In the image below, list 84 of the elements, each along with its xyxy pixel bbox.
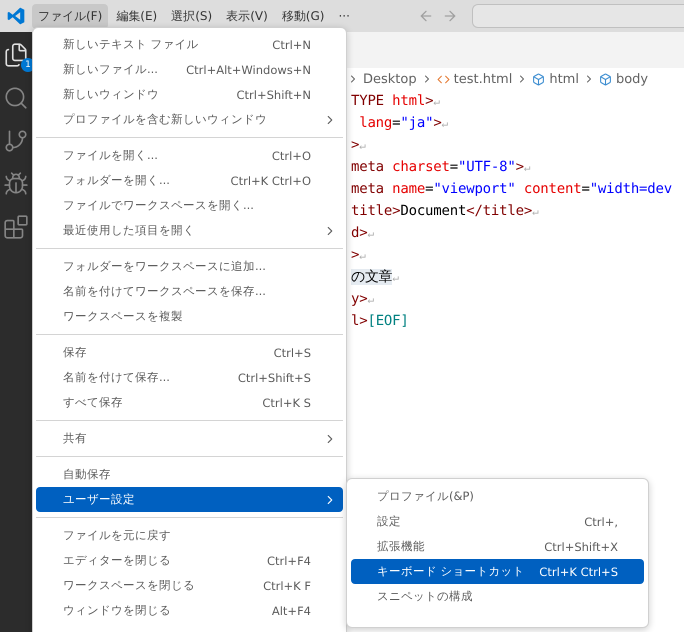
menu-item[interactable]: 名前を付けてワークスペースを保存... (36, 279, 343, 304)
code-token: "UTF-8" (458, 159, 516, 175)
menu-item[interactable]: 自動保存 (36, 462, 343, 487)
menu-item[interactable]: ワークスペースを閉じる Ctrl+K F (36, 573, 343, 598)
code-token: meta (351, 181, 384, 197)
menu-item[interactable]: ユーザー設定 (36, 487, 343, 512)
menu-item[interactable]: すべて保存 Ctrl+K S (36, 390, 343, 415)
line-end-mark: ↵ (392, 271, 399, 284)
code-token: の文章 (351, 269, 392, 285)
menu-item[interactable]: 名前を付けて保存... Ctrl+Shift+S (36, 365, 343, 390)
menu-bar-item[interactable]: ファイル(F) (32, 4, 108, 28)
code-token: = (425, 181, 434, 197)
cube-icon (532, 72, 546, 86)
menu-item[interactable]: 新しいファイル... Ctrl+Alt+Windows+N (36, 57, 343, 82)
line-end-mark: ↵ (359, 249, 366, 262)
menu-item[interactable]: キーボード ショートカット Ctrl+K Ctrl+S (351, 559, 644, 584)
bug-icon[interactable] (3, 171, 29, 197)
code-token: "viewport" (433, 181, 516, 197)
menu-bar-item[interactable]: 移動(G) (276, 4, 330, 28)
code-token: = (581, 181, 590, 197)
line-end-mark: ↵ (532, 205, 538, 218)
menu-item[interactable]: 共有 (36, 426, 343, 451)
code-token: "width=dev (590, 181, 672, 197)
menu-item[interactable]: 保存 Ctrl+S (36, 340, 343, 365)
code-token: d> (351, 225, 368, 241)
menu-item[interactable]: ウィンドウを閉じる Alt+F4 (36, 598, 343, 623)
branch-icon[interactable] (3, 128, 29, 154)
menu-item[interactable]: フォルダーをワークスペースに追加... (36, 254, 343, 279)
cube-icon (598, 72, 612, 86)
code-token: > (425, 93, 434, 109)
menu-item[interactable]: プロファイルを含む新しいウィンドウ (36, 107, 343, 132)
code-token: lang (358, 115, 392, 131)
line-end-mark: ↵ (433, 95, 440, 108)
menu-item[interactable]: 設定 Ctrl+, (351, 509, 644, 534)
app-logo-icon (6, 6, 26, 26)
breadcrumb-item[interactable]: Desktop (363, 72, 417, 86)
line-end-mark: ↵ (367, 293, 374, 306)
files-icon[interactable] (3, 42, 29, 68)
menu-item[interactable]: ファイルを元に戻す (36, 523, 343, 548)
code-token: name (391, 181, 426, 197)
code-token: y> (351, 291, 368, 307)
menu-item[interactable]: フォルダーを開く... Ctrl+K Ctrl+O (36, 168, 343, 193)
line-end-mark: ↵ (359, 139, 366, 152)
menu-item[interactable]: エディターを閉じる Ctrl+F4 (36, 548, 343, 573)
blocks-icon[interactable] (3, 214, 29, 240)
code-token: [EOF] (367, 313, 409, 329)
code-token: TYPE (351, 93, 384, 109)
code-token: > (516, 159, 524, 175)
menu-bar-item[interactable]: 編集(E) (110, 4, 164, 28)
line-end-mark: ↵ (367, 227, 374, 240)
code-token: > (433, 115, 442, 131)
menu-item[interactable]: ファイルでワークスペースを開く... (36, 193, 343, 218)
breadcrumb-item[interactable]: test.html (454, 72, 512, 86)
menu-item[interactable]: ワークスペースを複製 (36, 304, 343, 329)
breadcrumb-item[interactable]: html (549, 72, 579, 86)
code-token: "ja" (400, 115, 434, 131)
code-token: Document (400, 203, 466, 219)
code-token: = (450, 159, 458, 175)
menu-bar-item[interactable]: 表示(V) (220, 4, 274, 28)
search-icon[interactable] (3, 85, 29, 111)
code-token: > (351, 137, 360, 153)
code-token: </title> (466, 203, 532, 219)
line-end-mark: ↵ (442, 117, 448, 130)
menu-bar-item[interactable]: ··· (332, 5, 356, 27)
code-token: > (351, 247, 360, 263)
menu-item[interactable]: スニペットの構成 (351, 584, 644, 609)
code-token: content (522, 181, 582, 197)
menu-item[interactable]: 拡張機能 Ctrl+Shift+X (351, 534, 644, 559)
menu-item[interactable]: 最近使用した項目を開く (36, 218, 343, 243)
code-token: charset (391, 159, 450, 175)
code-token: l> (351, 313, 368, 329)
menu-item[interactable]: プロファイル(&P) (351, 484, 644, 509)
menu-item[interactable]: ファイルを開く... Ctrl+O (36, 143, 343, 168)
code-token: meta (351, 159, 384, 175)
code-icon (436, 72, 450, 86)
code-token: title> (351, 203, 400, 219)
search-field[interactable] (472, 4, 684, 28)
menu-bar-item[interactable]: 選択(S) (165, 4, 218, 28)
line-end-mark: ↵ (524, 161, 530, 174)
code-token: html (391, 93, 426, 109)
code-token: = (392, 115, 400, 131)
menu-item[interactable]: 新しいテキスト ファイル Ctrl+N (36, 32, 343, 57)
menu-item[interactable]: 新しいウィンドウ Ctrl+Shift+N (36, 82, 343, 107)
breadcrumb-item[interactable]: body (616, 72, 648, 86)
